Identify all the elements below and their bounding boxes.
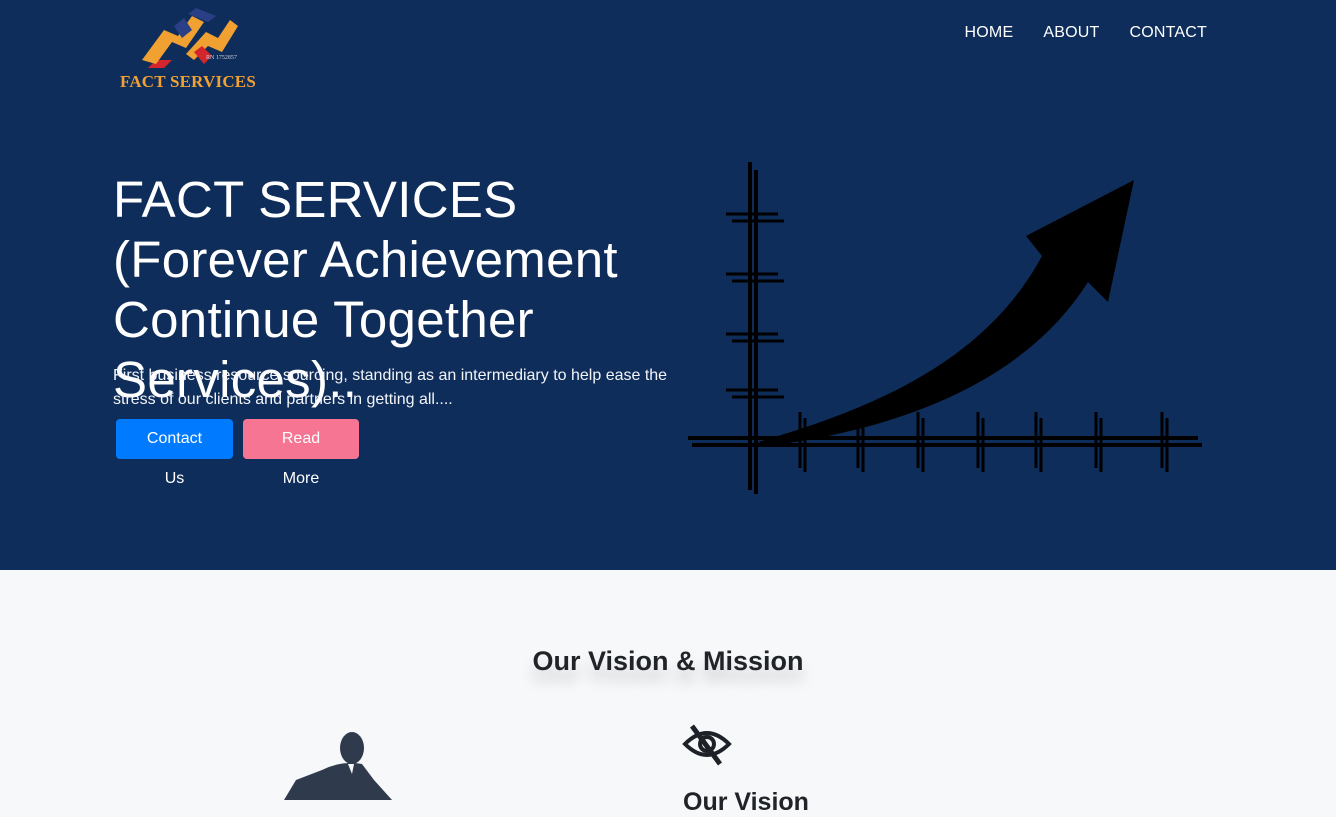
main-nav: HOME ABOUT CONTACT (965, 24, 1207, 42)
growth-chart-arrow-icon (688, 162, 1202, 494)
read-more-button[interactable]: Read More (243, 419, 359, 487)
logo-text: FACT SERVICES (120, 72, 256, 91)
person-icon (284, 732, 392, 800)
nav-contact[interactable]: CONTACT (1129, 24, 1207, 42)
hero-description: First business resource sourcing, standi… (113, 367, 668, 408)
vision-mission-title: Our Vision & Mission (0, 646, 1336, 677)
nav-home[interactable]: HOME (965, 24, 1014, 42)
vision-mission-title-text: Our Vision & Mission (532, 646, 804, 676)
hero-section: RN 1752857 FACT SERVICES HOME ABOUT CONT… (0, 0, 1336, 570)
eye-slash-icon (682, 724, 732, 766)
logo-registration: RN 1752857 (206, 55, 237, 61)
brand-logo[interactable]: RN 1752857 FACT SERVICES (118, 8, 256, 91)
contact-us-button[interactable]: Contact Us (116, 419, 233, 487)
vision-heading: Our Vision (683, 788, 809, 816)
nav-about[interactable]: ABOUT (1043, 24, 1099, 42)
